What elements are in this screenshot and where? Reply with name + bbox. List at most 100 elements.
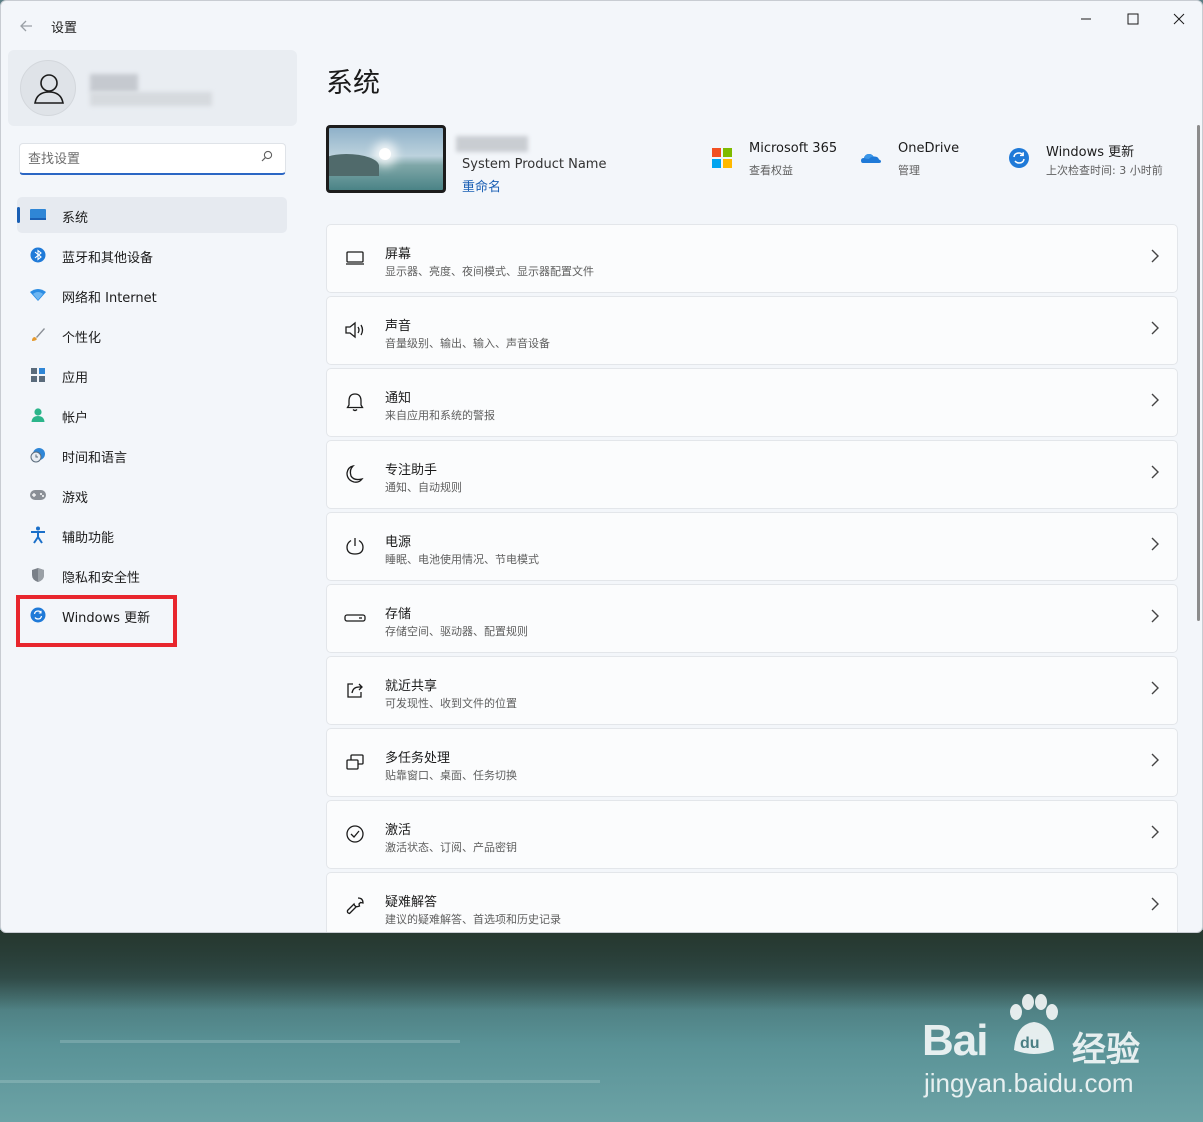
sidebar-item-privacy[interactable]: 隐私和安全性 — [17, 557, 287, 593]
chevron-right-icon — [1151, 753, 1159, 771]
device-wallpaper-thumbnail — [326, 125, 446, 193]
chevron-right-icon — [1151, 681, 1159, 699]
search-icon — [261, 150, 273, 162]
sidebar-item-label: 应用 — [62, 371, 89, 386]
vertical-scrollbar[interactable] — [1197, 125, 1200, 621]
sidebar-item-system[interactable]: 系统 — [17, 197, 287, 233]
share-icon — [344, 679, 366, 701]
sidebar-item-accessibility[interactable]: 辅助功能 — [17, 517, 287, 553]
maximize-icon — [1127, 13, 1139, 25]
bell-icon — [344, 391, 366, 413]
device-model: System Product Name — [462, 157, 607, 172]
gamepad-icon — [29, 486, 47, 504]
bluetooth-icon — [29, 246, 47, 264]
apps-icon — [29, 366, 47, 384]
multitask-icon — [344, 751, 366, 773]
storage-icon — [344, 607, 366, 629]
card-title: 存储 — [385, 607, 412, 622]
minimize-icon — [1081, 18, 1091, 20]
card-subtitle: 激活状态、订阅、产品密钥 — [385, 841, 517, 854]
sidebar-item-accounts[interactable]: 帐户 — [17, 397, 287, 433]
wifi-icon — [29, 286, 47, 304]
baidu-jingyan-watermark: Bai du 经验 jingyan.baidu.com — [922, 992, 1182, 1102]
card-subtitle: 贴靠窗口、桌面、任务切换 — [385, 769, 517, 782]
card-focus-assist[interactable]: 专注助手 通知、自动规则 — [326, 440, 1178, 509]
brush-icon — [29, 326, 47, 344]
sidebar-item-apps[interactable]: 应用 — [17, 357, 287, 393]
thumbnail-sun — [379, 148, 391, 160]
card-subtitle: 建议的疑难解答、首选项和历史记录 — [385, 913, 561, 926]
card-notifications[interactable]: 通知 来自应用和系统的警报 — [326, 368, 1178, 437]
blurred-username — [90, 74, 138, 92]
wallpaper-ripple — [60, 1040, 460, 1043]
card-troubleshoot[interactable]: 疑难解答 建议的疑难解答、首选项和历史记录 — [326, 872, 1178, 932]
back-button[interactable] — [13, 13, 39, 39]
avatar — [20, 60, 76, 116]
chevron-right-icon — [1151, 609, 1159, 627]
power-icon — [344, 535, 366, 557]
card-sound[interactable]: 声音 音量级别、输出、输入、声音设备 — [326, 296, 1178, 365]
sidebar-item-time-language[interactable]: 时间和语言 — [17, 437, 287, 473]
search-input[interactable] — [28, 150, 248, 168]
minimize-button[interactable] — [1063, 7, 1109, 37]
search-box[interactable] — [19, 143, 286, 175]
card-storage[interactable]: 存储 存储空间、驱动器、配置规则 — [326, 584, 1178, 653]
chevron-right-icon — [1151, 897, 1159, 915]
quick-title: OneDrive — [898, 141, 960, 156]
sidebar-nav: 系统 蓝牙和其他设备 网络和 Internet 个性化 应用 帐户 时间和语言 … — [17, 197, 287, 637]
chevron-right-icon — [1151, 537, 1159, 555]
card-activation[interactable]: 激活 激活状态、订阅、产品密钥 — [326, 800, 1178, 869]
check-circle-icon — [344, 823, 366, 845]
sidebar-item-gaming[interactable]: 游戏 — [17, 477, 287, 513]
person-icon — [34, 74, 64, 104]
sidebar-item-label: 网络和 Internet — [62, 291, 157, 306]
card-title: 专注助手 — [385, 463, 438, 478]
watermark-brand: Bai — [922, 1016, 988, 1065]
moon-icon — [344, 463, 366, 485]
sidebar-item-label: 系统 — [62, 211, 89, 226]
watermark-brand-cn: 经验 — [1072, 1030, 1140, 1070]
maximize-button[interactable] — [1110, 7, 1156, 37]
app-title: 设置 — [51, 21, 78, 36]
sidebar-item-label: 辅助功能 — [62, 531, 115, 546]
card-display[interactable]: 屏幕 显示器、亮度、夜间模式、显示器配置文件 — [326, 224, 1178, 293]
sidebar-item-network[interactable]: 网络和 Internet — [17, 277, 287, 313]
thumbnail-hill — [329, 154, 379, 176]
card-title: 疑难解答 — [385, 895, 438, 910]
blurred-email — [90, 92, 212, 106]
close-icon — [1173, 13, 1185, 25]
sidebar-item-label: 游戏 — [62, 491, 89, 506]
user-profile-card[interactable] — [8, 50, 297, 126]
settings-card-list: 屏幕 显示器、亮度、夜间模式、显示器配置文件 声音 音量级别、输出、输入、声音设… — [326, 224, 1178, 932]
microsoft-logo-icon — [712, 148, 732, 168]
sidebar-item-bluetooth[interactable]: 蓝牙和其他设备 — [17, 237, 287, 273]
watermark-url: jingyan.baidu.com — [924, 1068, 1134, 1098]
shield-icon — [29, 566, 47, 584]
chevron-right-icon — [1151, 393, 1159, 411]
baidu-paw-icon: du — [1010, 994, 1058, 1054]
sidebar-item-label: 时间和语言 — [62, 451, 128, 466]
card-title: 就近共享 — [385, 679, 438, 694]
chevron-right-icon — [1151, 825, 1159, 843]
sidebar-item-label: 个性化 — [62, 331, 102, 346]
card-nearby-sharing[interactable]: 就近共享 可发现性、收到文件的位置 — [326, 656, 1178, 725]
sidebar-item-personalization[interactable]: 个性化 — [17, 317, 287, 353]
accessibility-icon — [29, 526, 47, 544]
rename-link[interactable]: 重命名 — [462, 176, 501, 195]
quick-title: Windows 更新 — [1046, 145, 1135, 160]
close-button[interactable] — [1156, 7, 1202, 37]
sidebar-item-label: 帐户 — [62, 411, 89, 426]
speaker-icon — [344, 319, 366, 341]
card-title: 屏幕 — [385, 247, 412, 262]
chevron-right-icon — [1151, 465, 1159, 483]
card-subtitle: 通知、自动规则 — [385, 481, 462, 494]
quick-title: Microsoft 365 — [749, 141, 838, 156]
display-icon — [29, 206, 47, 224]
card-multitasking[interactable]: 多任务处理 贴靠窗口、桌面、任务切换 — [326, 728, 1178, 797]
card-power[interactable]: 电源 睡眠、电池使用情况、节电模式 — [326, 512, 1178, 581]
highlight-annotation-box — [16, 595, 177, 647]
card-title: 声音 — [385, 319, 412, 334]
quick-subtitle: 管理 — [898, 164, 920, 177]
page-title: 系统 — [326, 68, 380, 99]
title-bar: 设置 — [1, 1, 1202, 49]
